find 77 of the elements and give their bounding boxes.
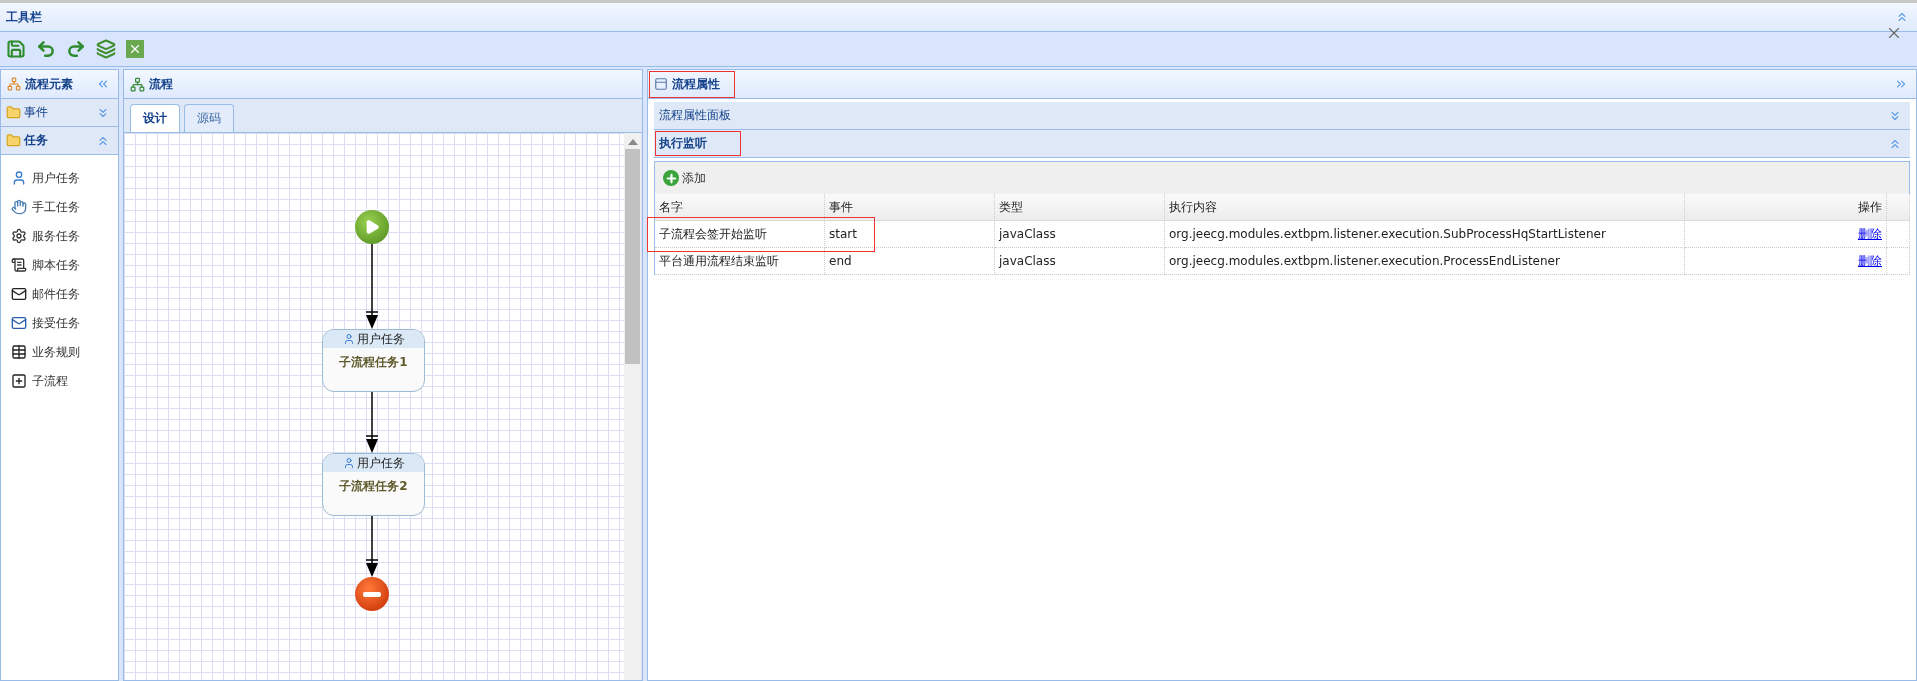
delete-link[interactable]: 删除 (1858, 252, 1882, 270)
task-name: 子流程任务1 (338, 354, 409, 371)
save-icon (6, 39, 26, 59)
connector-arrow (365, 513, 379, 577)
column-header: 类型 (995, 194, 1165, 221)
collapse-icon[interactable] (1894, 77, 1908, 91)
redo-icon (66, 39, 86, 59)
undo-button[interactable] (36, 39, 56, 59)
collapse-icon[interactable] (96, 77, 110, 91)
window-icon (654, 77, 668, 91)
cross-icon (126, 40, 144, 58)
accordion-header[interactable]: 流程属性面板 (654, 102, 1910, 130)
undo-icon (36, 39, 56, 59)
accordion-header[interactable]: 执行监听 (654, 130, 1910, 158)
task-type-icon (11, 344, 27, 360)
save-button[interactable] (6, 39, 26, 59)
clear-button[interactable] (126, 40, 144, 58)
minus-icon (363, 591, 381, 597)
scroll-up-arrow-icon[interactable] (627, 139, 638, 145)
task-type-icon (11, 257, 27, 273)
header-spacer (1887, 194, 1910, 221)
add-button[interactable]: 添加 (663, 169, 706, 187)
user-icon (342, 457, 355, 469)
accordion-label: 流程属性面板 (659, 107, 731, 124)
accordion-header[interactable]: 任务 (1, 127, 118, 155)
redo-button[interactable] (66, 39, 86, 59)
scrollbar[interactable] (624, 133, 641, 680)
layers-icon (96, 39, 116, 59)
task-type-icon (11, 199, 27, 215)
palette-item[interactable]: 邮件任务 (11, 283, 118, 305)
table-cell: start (825, 221, 995, 248)
user-icon (342, 333, 355, 345)
table-cell: javaClass (995, 221, 1165, 248)
task-type-icon (11, 373, 27, 389)
table-cell: 子流程会签开始监听 (655, 221, 825, 248)
task-type-label: 用户任务 (323, 454, 424, 472)
flow-tree-icon (130, 76, 145, 92)
accordion-header[interactable]: 事件 (1, 99, 118, 127)
column-header: 事件 (825, 194, 995, 221)
panel-title: 流程元素 (7, 75, 73, 93)
palette-item[interactable]: 用户任务 (11, 167, 118, 189)
table-cell: end (825, 248, 995, 275)
task-type-icon (11, 228, 27, 244)
accordion-label: 任务 (24, 132, 48, 149)
tab[interactable]: 设计 (130, 104, 180, 132)
accordion-label: 事件 (24, 104, 48, 121)
palette-item[interactable]: 服务任务 (11, 225, 118, 247)
play-icon (364, 219, 380, 235)
palette-item[interactable]: 子流程 (11, 370, 118, 392)
palette-item[interactable]: 接受任务 (11, 312, 118, 334)
toolbar-title: 工具栏 (6, 8, 42, 26)
scrollbar-thumb[interactable] (625, 149, 640, 364)
delete-link[interactable]: 删除 (1858, 225, 1882, 243)
connector-arrow (365, 389, 379, 453)
folder-icon (6, 133, 21, 148)
palette-item[interactable]: 脚本任务 (11, 254, 118, 276)
folder-icon (6, 105, 21, 120)
task-type-label: 用户任务 (323, 330, 424, 348)
table-cell: org.jeecg.modules.extbpm.listener.execution.SubProcessHqStartListener (1165, 221, 1685, 248)
table-cell: javaClass (995, 248, 1165, 275)
panel-title: 流程属性 (654, 75, 730, 93)
task-type-icon (11, 315, 27, 331)
layers-button[interactable] (96, 39, 116, 59)
collapse-icon[interactable] (1895, 10, 1909, 24)
task-type-icon (11, 170, 27, 186)
column-header: 执行内容 (1165, 194, 1685, 221)
table-cell: org.jeecg.modules.extbpm.listener.execution.ProcessEndListener (1165, 248, 1685, 275)
column-header: 操作 (1685, 194, 1887, 221)
plus-icon (663, 170, 679, 186)
task-type-icon (11, 286, 27, 302)
task-name: 子流程任务2 (338, 478, 409, 495)
column-header: 名字 (655, 194, 825, 221)
tab[interactable]: 源码 (184, 104, 234, 132)
panel-title: 流程 (130, 75, 173, 93)
table-cell: 平台通用流程结束监听 (655, 248, 825, 275)
palette-item[interactable]: 业务规则 (11, 341, 118, 363)
palette-item[interactable]: 手工任务 (11, 196, 118, 218)
